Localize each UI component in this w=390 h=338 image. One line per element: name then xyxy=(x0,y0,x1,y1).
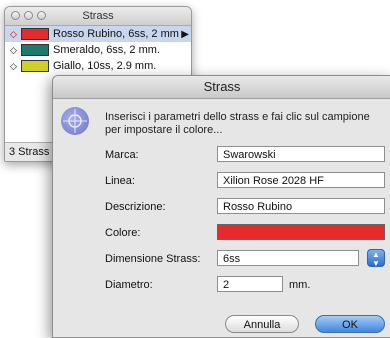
color-swatch xyxy=(21,28,49,40)
diamond-icon: ◇ xyxy=(10,60,17,71)
select-stepper-icon[interactable]: ▲ ▼ xyxy=(367,249,385,268)
diametro-label: Diametro: xyxy=(105,279,153,291)
linea-label: Linea: xyxy=(105,175,135,187)
strass-dialog: Strass Inserisci i parametri dello stras… xyxy=(52,75,390,338)
dimensione-select[interactable]: 6ss xyxy=(217,250,359,266)
diametro-unit: mm. xyxy=(289,279,311,291)
cancel-button[interactable]: Annulla xyxy=(225,315,299,333)
color-swatch xyxy=(21,44,49,56)
list-item[interactable]: ◇ Giallo, 10ss, 2.9 mm. xyxy=(5,58,191,74)
dimensione-row: Dimensione Strass: 6ss ▲ ▼ xyxy=(101,249,390,270)
list-item-label: Giallo, 10ss, 2.9 mm. xyxy=(53,60,157,72)
dialog-title: Strass xyxy=(53,76,390,99)
panel-title-bar: Strass xyxy=(5,7,191,26)
color-swatch xyxy=(21,60,49,72)
list-item[interactable]: ◇ Smeraldo, 6ss, 2 mm. xyxy=(5,42,191,58)
marca-field[interactable]: Swarowski xyxy=(217,146,385,162)
triangle-right-icon[interactable]: ▶ xyxy=(181,29,189,40)
ok-button[interactable]: OK xyxy=(315,315,385,333)
diamond-icon: ◇ xyxy=(10,28,17,39)
list-item[interactable]: ◇ Rosso Rubino, 6ss, 2 mm ▶ xyxy=(5,26,191,42)
marca-row: Marca: Swarowski xyxy=(101,146,390,166)
descrizione-row: Descrizione: Rosso Rubino xyxy=(101,198,390,218)
diamond-icon: ◇ xyxy=(10,44,17,55)
marca-label: Marca: xyxy=(105,149,139,161)
dialog-header: Inserisci i parametri dello strass e fai… xyxy=(53,99,390,145)
colore-label: Colore: xyxy=(105,227,141,239)
diametro-row: Diametro: 2 mm. xyxy=(101,276,390,296)
list-item-label: Rosso Rubino, 6ss, 2 mm xyxy=(53,28,179,40)
colore-row: Colore: xyxy=(101,224,390,244)
descrizione-label: Descrizione: xyxy=(105,201,166,213)
linea-row: Linea: Xilion Rose 2028 HF xyxy=(101,172,390,192)
diametro-field[interactable]: 2 xyxy=(217,276,283,292)
list-item-label: Smeraldo, 6ss, 2 mm. xyxy=(53,44,160,56)
strass-logo-icon xyxy=(61,107,89,135)
panel-title: Strass xyxy=(82,10,114,22)
dimensione-label: Dimensione Strass: xyxy=(105,253,201,265)
color-swatch-field[interactable] xyxy=(217,224,385,240)
dialog-description: Inserisci i parametri dello strass e fai… xyxy=(105,111,370,136)
descrizione-field[interactable]: Rosso Rubino xyxy=(217,198,385,214)
linea-field[interactable]: Xilion Rose 2028 HF xyxy=(217,172,385,188)
